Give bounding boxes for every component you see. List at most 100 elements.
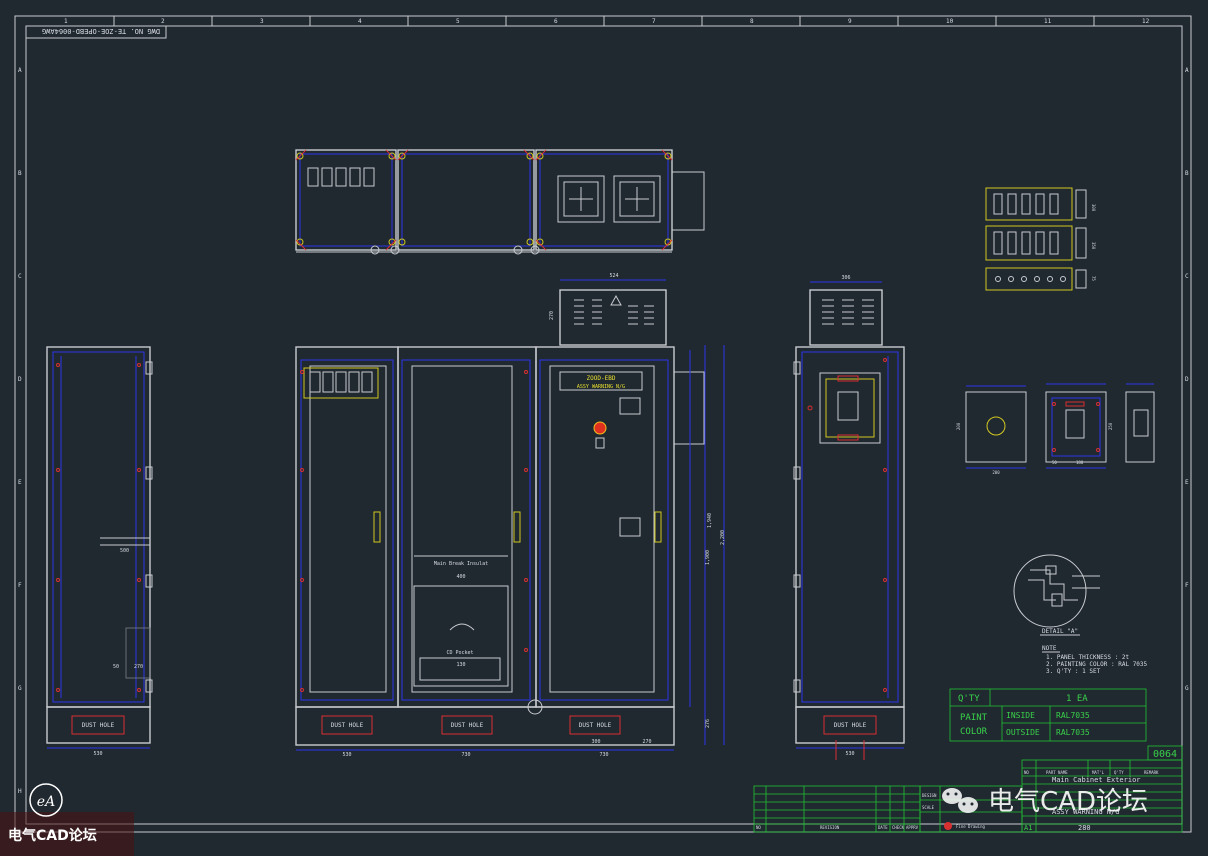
svg-text:300: 300 [591,739,600,745]
svg-text:REVISION: REVISION [820,825,840,830]
svg-text:350: 350 [1091,242,1096,250]
svg-text:524: 524 [609,273,618,279]
svg-text:A1: A1 [1024,824,1032,832]
box-detail-views: 200 200 50 180 250 [956,383,1155,475]
svg-text:2,200: 2,200 [720,530,726,545]
svg-text:1,900: 1,900 [705,550,711,565]
svg-text:530: 530 [93,751,102,757]
svg-text:1: 1 [64,18,68,25]
svg-text:电气CAD论坛: 电气CAD论坛 [988,787,1148,817]
svg-text:G: G [1185,685,1189,692]
svg-text:270: 270 [642,739,651,745]
svg-text:12: 12 [1142,18,1150,25]
svg-text:DUST HOLE: DUST HOLE [451,722,484,729]
svg-text:DATE: DATE [878,825,888,830]
svg-text:1. PANEL THICKNESS : 2t: 1. PANEL THICKNESS : 2t [1046,654,1129,661]
svg-text:Main Break Insulat: Main Break Insulat [434,561,488,567]
svg-text:DETAIL "A": DETAIL "A" [1042,628,1078,635]
svg-text:2. PAINTING COLOR : RAL 7035: 2. PAINTING COLOR : RAL 7035 [1046,661,1148,668]
svg-text:Q'TY: Q'TY [1114,770,1124,775]
svg-text:500: 500 [120,548,129,554]
front-view: 524 270 Main Break Insulat 400 CD Pocket… [295,273,726,758]
svg-text:COLOR: COLOR [960,727,988,737]
svg-text:D: D [18,376,22,383]
svg-text:280: 280 [1078,824,1091,832]
wechat-icon [942,788,978,813]
svg-text:电气CAD论坛: 电气CAD论坛 [8,827,97,844]
svg-text:730: 730 [461,752,470,758]
svg-text:CHECK: CHECK [892,825,905,830]
svg-text:200: 200 [956,422,961,430]
svg-text:270: 270 [549,311,555,320]
dwg-number-box: DWG NO. TE-ZOE-OPEBD-0064AWG [25,25,167,39]
svg-text:8: 8 [750,18,754,25]
svg-text:F: F [1185,582,1189,589]
svg-text:C: C [18,273,22,280]
svg-text:Q'TY: Q'TY [958,694,980,704]
svg-text:C: C [1185,273,1189,280]
svg-text:INSIDE: INSIDE [1006,711,1035,720]
top-plan-view [295,149,705,255]
svg-text:PAINT: PAINT [960,713,988,723]
svg-text:G: G [18,685,22,692]
wechat-watermark: 电气CAD论坛 [942,787,1148,817]
detail-a-view: DETAIL "A" [1013,554,1100,636]
svg-text:3: 3 [260,18,264,25]
breaker-detail-views: 300 350 75 [985,187,1096,291]
svg-text:270: 270 [134,664,143,670]
svg-text:250: 250 [1108,422,1113,430]
svg-text:4: 4 [358,18,362,25]
svg-text:DWG NO. TE-ZOE-OPEBD-0064AWG: DWG NO. TE-ZOE-OPEBD-0064AWG [42,27,160,35]
svg-text:DUST HOLE: DUST HOLE [331,722,364,729]
svg-text:NO: NO [756,825,761,830]
svg-text:7: 7 [652,18,656,25]
svg-text:10: 10 [946,18,954,25]
paint-color-table: Q'TY 1 EA PAINT COLOR INSIDE OUTSIDE RAL… [949,688,1147,742]
svg-text:Fine Drawing: Fine Drawing [956,824,985,829]
svg-text:Main Cabinet Exterior: Main Cabinet Exterior [1052,776,1141,784]
svg-text:306: 306 [841,275,850,281]
svg-text:SCALE: SCALE [922,805,935,810]
svg-text:ASSY WARNING N/G: ASSY WARNING N/G [577,384,625,390]
svg-text:5: 5 [456,18,460,25]
svg-text:DUST HOLE: DUST HOLE [834,722,867,729]
svg-text:400: 400 [456,574,465,580]
svg-text:276: 276 [705,719,711,728]
svg-text:B: B [18,170,22,177]
svg-text:REMARK: REMARK [1144,770,1159,775]
svg-text:B: B [1185,170,1189,177]
svg-text:DUST HOLE: DUST HOLE [82,722,115,729]
svg-text:130: 130 [456,662,465,668]
svg-text:APPRV: APPRV [906,825,919,830]
left-side-view: 500 50 270 DUST HOLE 530 [46,346,153,757]
svg-text:DUST HOLE: DUST HOLE [579,722,612,729]
svg-text:CD Pocket: CD Pocket [446,650,473,656]
svg-text:RAL7035: RAL7035 [1056,728,1090,737]
corner-logo-mark: eA [37,794,55,810]
grid-column-numbers: 1 2 3 4 5 6 7 8 9 10 11 12 [64,16,1150,26]
cad-drawing-canvas[interactable]: 1 2 3 4 5 6 7 8 9 10 11 12 A B C D E F G… [0,0,1208,856]
notes-block: NOTE 1. PANEL THICKNESS : 2t 2. PAINTING… [1042,645,1148,675]
svg-text:H: H [18,788,22,795]
svg-text:E: E [18,479,22,486]
svg-text:NO: NO [1024,770,1029,775]
svg-text:0064: 0064 [1153,749,1177,760]
svg-text:D: D [1185,376,1189,383]
svg-text:A: A [1185,67,1189,74]
svg-text:6: 6 [554,18,558,25]
svg-text:1,940: 1,940 [707,513,713,528]
svg-text:9: 9 [848,18,852,25]
svg-text:DESIGN: DESIGN [922,793,937,798]
svg-text:PART NAME: PART NAME [1046,770,1068,775]
svg-text:300: 300 [1091,204,1096,212]
svg-text:730: 730 [599,752,608,758]
svg-text:NOTE: NOTE [1042,645,1057,652]
svg-text:50: 50 [1052,460,1057,465]
svg-text:1 EA: 1 EA [1066,694,1088,704]
svg-text:2: 2 [161,18,165,25]
svg-text:A: A [18,67,22,74]
svg-text:75: 75 [1091,276,1096,281]
svg-text:ZOOD-EBD: ZOOD-EBD [587,375,616,382]
svg-text:180: 180 [1076,460,1084,465]
svg-text:11: 11 [1044,18,1052,25]
